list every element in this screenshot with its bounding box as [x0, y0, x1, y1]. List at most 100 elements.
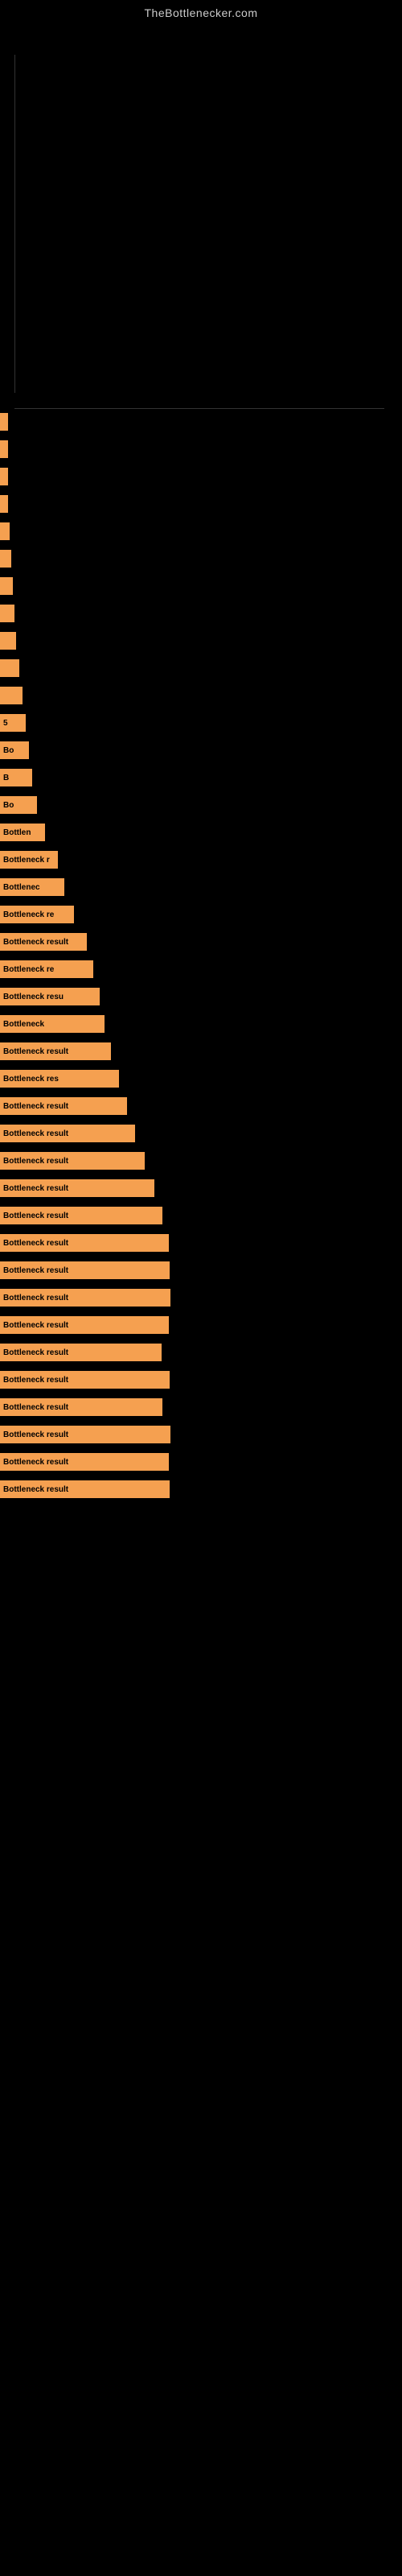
bar-row: Bottleneck result	[0, 1230, 402, 1256]
bar-fill: Bottleneck result	[0, 1261, 170, 1279]
bar-fill: 5	[0, 714, 26, 732]
bar-row: Bottleneck res	[0, 1066, 402, 1092]
bar-fill	[0, 632, 16, 650]
bar-row: Bottleneck result	[0, 1422, 402, 1447]
bar-row	[0, 573, 402, 599]
bar-fill: Bottleneck result	[0, 1480, 170, 1498]
bar-label: Bottleneck result	[3, 1294, 68, 1302]
bar-label: B	[3, 774, 9, 782]
bar-label: Bottleneck result	[3, 1485, 68, 1494]
bar-row: Bottleneck result	[0, 1121, 402, 1146]
bar-row: Bo	[0, 792, 402, 818]
bar-fill: Bottleneck re	[0, 906, 74, 923]
bar-fill	[0, 577, 13, 595]
chart-top-area	[0, 23, 402, 409]
bar-fill	[0, 522, 10, 540]
bar-label: Bottleneck result	[3, 1321, 68, 1330]
bar-fill: Bottleneck result	[0, 1344, 162, 1361]
bars-section: 5 Bo B Bo Bottlen Bottleneck r Bottlenec Bottle…	[0, 409, 402, 1502]
bar-fill	[0, 687, 23, 704]
bar-label: 5	[3, 719, 8, 728]
bar-fill: Bottleneck result	[0, 1207, 162, 1224]
bar-fill: Bottleneck res	[0, 1070, 119, 1088]
bar-label: Bottleneck re	[3, 965, 54, 974]
bar-fill	[0, 468, 8, 485]
bar-fill	[0, 495, 8, 513]
bar-row: Bottleneck result	[0, 929, 402, 955]
bar-label: Bottleneck result	[3, 1129, 68, 1138]
bar-fill	[0, 413, 8, 431]
bar-fill: Bo	[0, 741, 29, 759]
bar-label: Bottleneck result	[3, 1266, 68, 1275]
bar-row: Bottleneck resu	[0, 984, 402, 1009]
bar-fill: Bottleneck result	[0, 1152, 145, 1170]
bar-row: B	[0, 765, 402, 791]
bar-label: Bottleneck res	[3, 1075, 59, 1084]
bar-row	[0, 436, 402, 462]
bar-row: Bottleneck	[0, 1011, 402, 1037]
bar-label: Bottleneck result	[3, 1239, 68, 1248]
bar-row: Bottleneck result	[0, 1312, 402, 1338]
bar-fill: Bo	[0, 796, 37, 814]
bar-fill: Bottlenec	[0, 878, 64, 896]
bar-fill: Bottleneck	[0, 1015, 105, 1033]
bar-row: Bottleneck result	[0, 1257, 402, 1283]
bar-row: Bottleneck result	[0, 1340, 402, 1365]
bar-label: Bottleneck resu	[3, 993, 64, 1001]
bar-label: Bottleneck r	[3, 856, 50, 865]
bar-row	[0, 655, 402, 681]
bar-row	[0, 518, 402, 544]
bar-label: Bottleneck result	[3, 938, 68, 947]
bar-row: 5	[0, 710, 402, 736]
bar-fill: Bottleneck result	[0, 1316, 169, 1334]
bar-fill: Bottleneck result	[0, 1097, 127, 1115]
bar-label: Bottleneck result	[3, 1458, 68, 1467]
bar-row: Bottlenec	[0, 874, 402, 900]
bar-fill: Bottleneck re	[0, 960, 93, 978]
bar-row: Bottleneck result	[0, 1148, 402, 1174]
bar-fill: B	[0, 769, 32, 786]
bar-row: Bottleneck result	[0, 1449, 402, 1475]
bar-fill: Bottleneck result	[0, 1234, 169, 1252]
bar-fill: Bottleneck result	[0, 1289, 170, 1307]
bar-row: Bottlen	[0, 819, 402, 845]
bar-row: Bottleneck result	[0, 1093, 402, 1119]
bar-row	[0, 546, 402, 572]
bar-row: Bottleneck result	[0, 1367, 402, 1393]
bar-fill: Bottleneck r	[0, 851, 58, 869]
bar-fill: Bottleneck result	[0, 1453, 169, 1471]
bar-row	[0, 464, 402, 489]
bar-row: Bottleneck result	[0, 1476, 402, 1502]
bar-label: Bottleneck result	[3, 1157, 68, 1166]
page-wrapper: TheBottlenecker.com 5 Bo B Bo Bottlen Bottlen…	[0, 0, 402, 2576]
bar-row: Bottleneck result	[0, 1394, 402, 1420]
bar-fill: Bottleneck result	[0, 1426, 170, 1443]
bar-row: Bottleneck result	[0, 1038, 402, 1064]
bar-fill	[0, 440, 8, 458]
bar-row	[0, 601, 402, 626]
bar-fill: Bottleneck result	[0, 1371, 170, 1389]
bar-row: Bottleneck re	[0, 956, 402, 982]
bar-fill: Bottleneck result	[0, 933, 87, 951]
bar-row: Bo	[0, 737, 402, 763]
bar-label: Bo	[3, 801, 14, 810]
site-title: TheBottlenecker.com	[0, 0, 402, 23]
bar-label: Bottleneck result	[3, 1376, 68, 1385]
bar-label: Bottleneck result	[3, 1430, 68, 1439]
bar-label: Bottleneck result	[3, 1403, 68, 1412]
bar-fill: Bottleneck resu	[0, 988, 100, 1005]
bar-row: Bottleneck result	[0, 1203, 402, 1228]
bar-fill: Bottleneck result	[0, 1398, 162, 1416]
bar-fill	[0, 605, 14, 622]
bar-row: Bottleneck result	[0, 1285, 402, 1311]
bar-fill: Bottlen	[0, 824, 45, 841]
bar-label: Bottleneck result	[3, 1348, 68, 1357]
bar-fill	[0, 550, 11, 568]
bar-row	[0, 491, 402, 517]
bar-fill: Bottleneck result	[0, 1179, 154, 1197]
bar-label: Bottleneck	[3, 1020, 44, 1029]
bar-row	[0, 628, 402, 654]
bar-row: Bottleneck result	[0, 1175, 402, 1201]
bar-label: Bottleneck result	[3, 1047, 68, 1056]
bar-row	[0, 683, 402, 708]
